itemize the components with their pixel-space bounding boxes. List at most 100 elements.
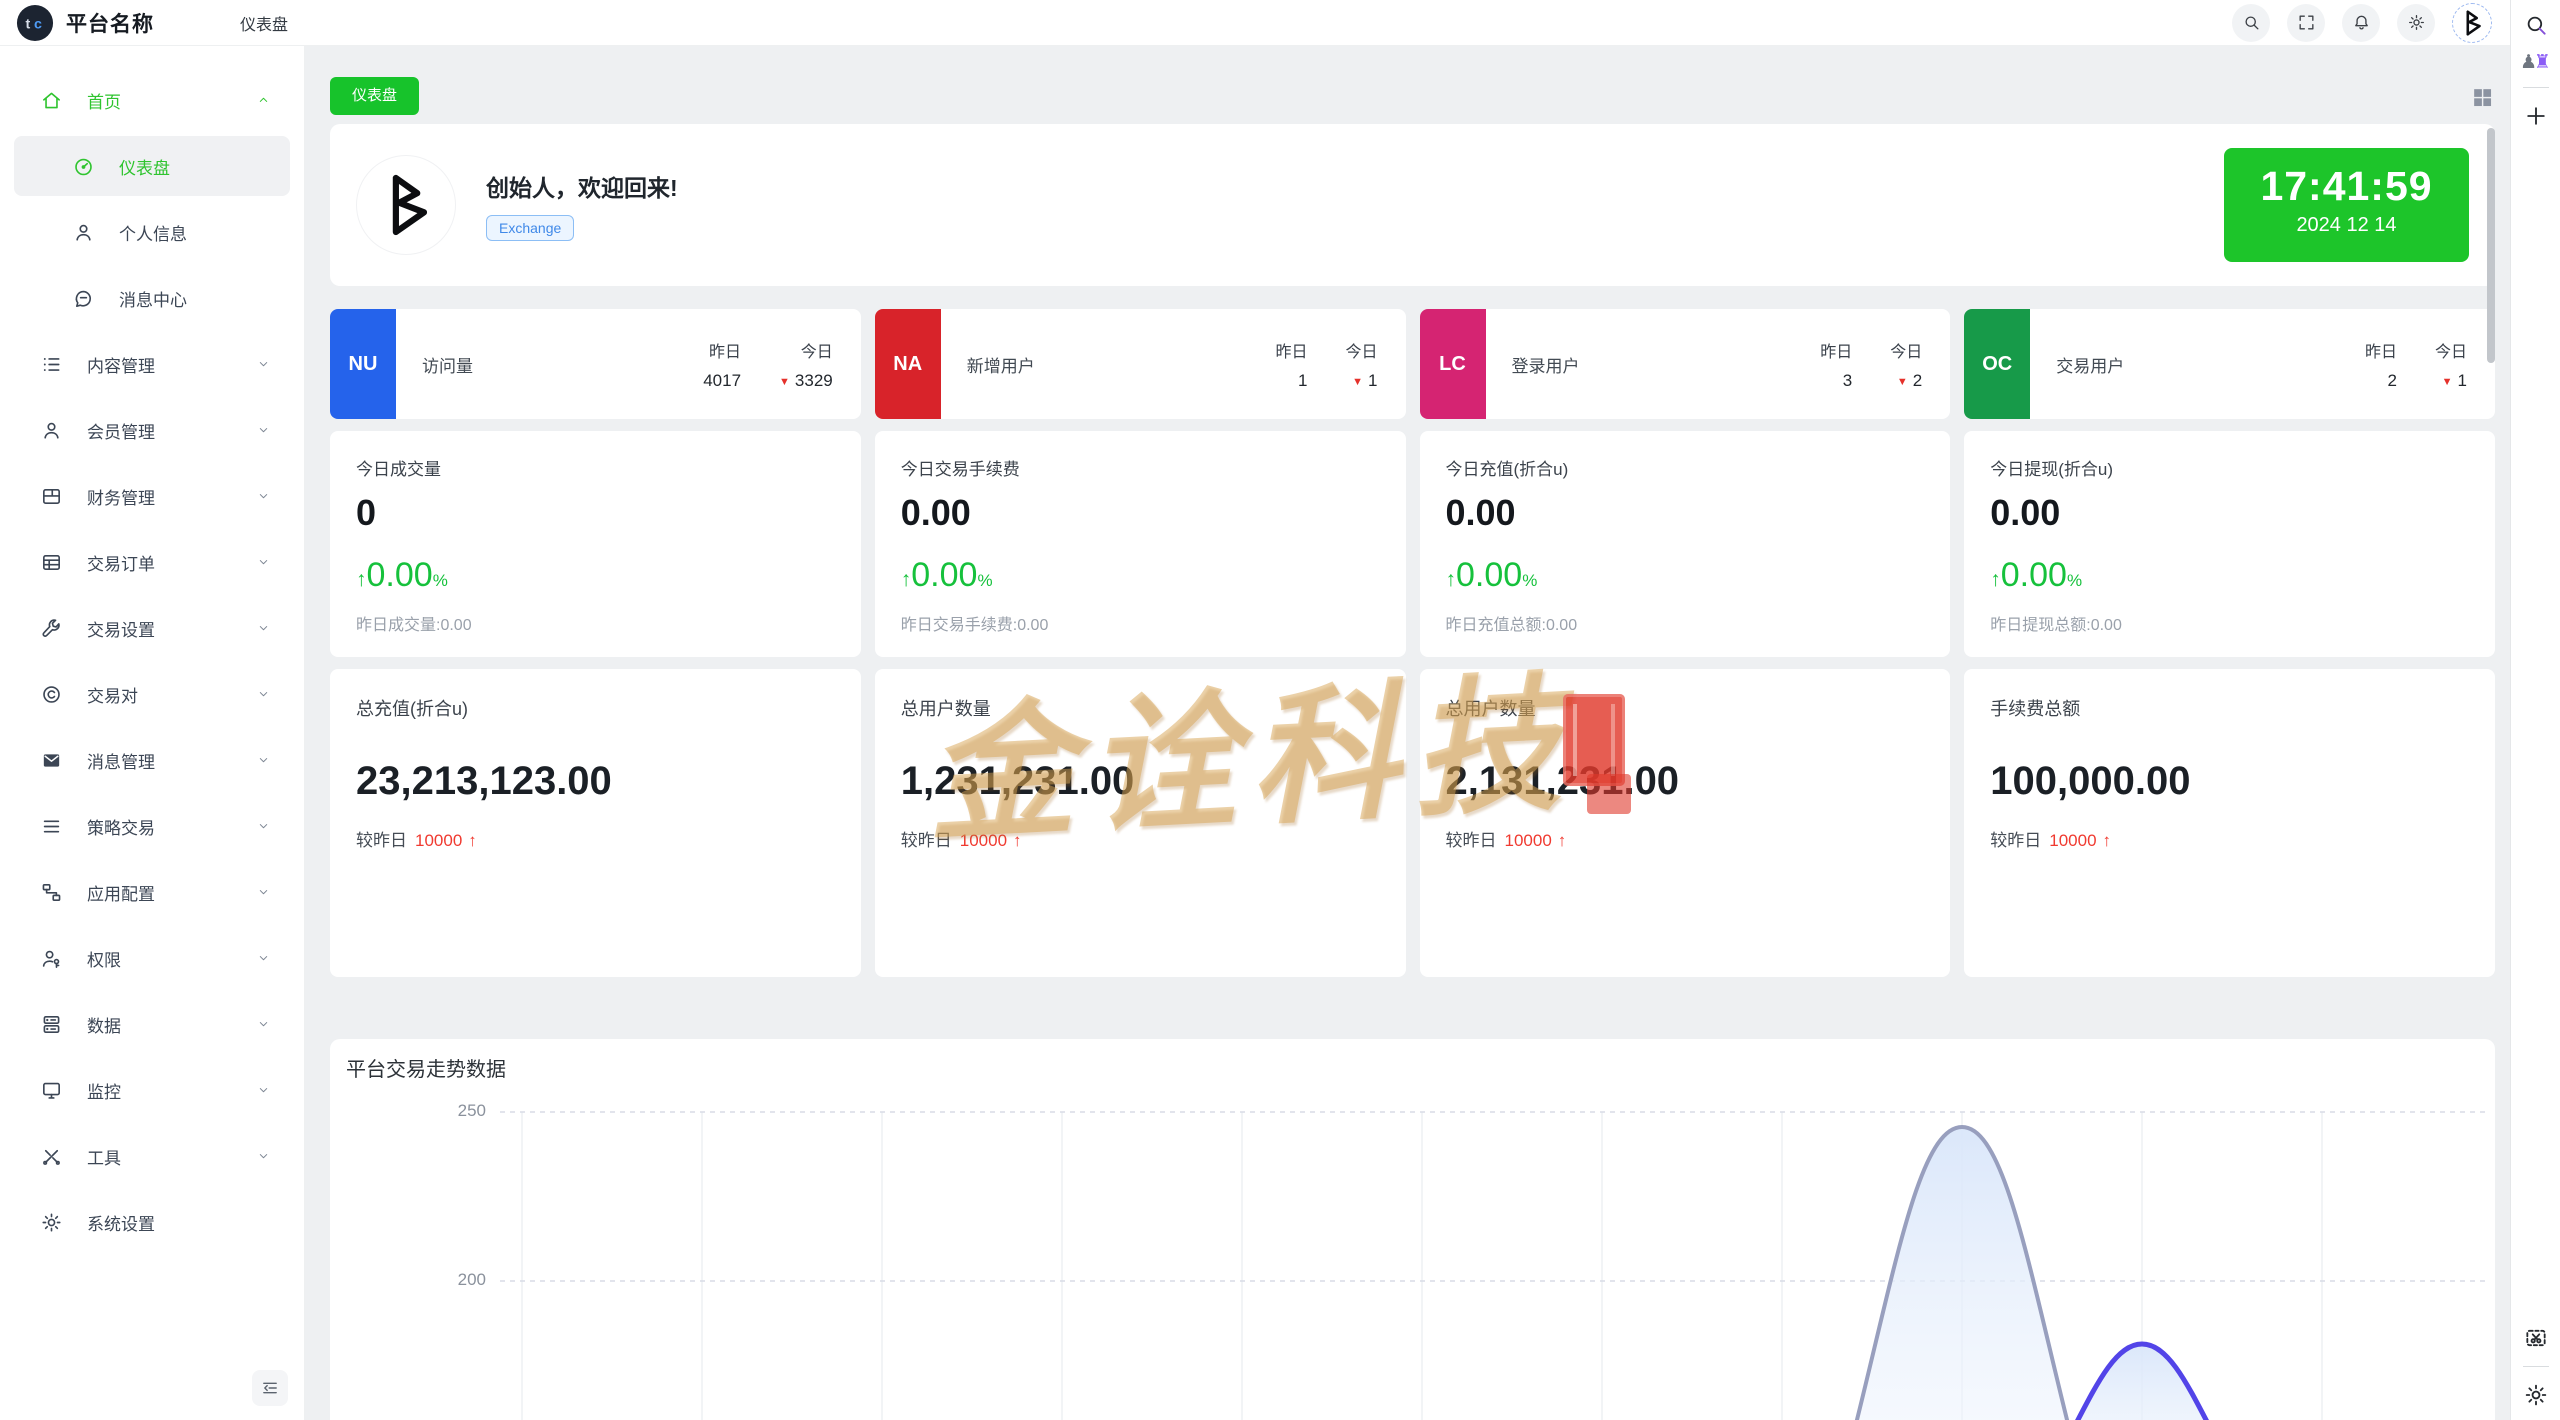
compare-delta: 10000	[2049, 831, 2096, 850]
sidebar-item-content[interactable]: 内容管理	[14, 334, 290, 394]
side-settings-button[interactable]	[2523, 1382, 2549, 1408]
yesterday-label: 昨日	[1275, 338, 1307, 362]
finance-icon	[40, 485, 63, 508]
user-avatar[interactable]	[2452, 3, 2492, 43]
card-footer: 昨日充值总额:0.00	[1446, 611, 1578, 635]
today-value: ▼2	[1890, 371, 1922, 391]
sidebar-item-settings[interactable]: 系统设置	[14, 1192, 290, 1252]
overview-card: NU访问量昨日4017今日▼3329	[330, 309, 861, 419]
home-icon	[40, 89, 63, 112]
sidebar-item-home[interactable]: 首页	[14, 70, 290, 130]
today-stat-card: 今日充值(折合u)0.00↑0.00%昨日充值总额:0.00	[1420, 431, 1951, 657]
triangle-down-icon: ▼	[779, 376, 790, 388]
compare-delta: 10000	[1505, 831, 1552, 850]
card-label: 今日充值(折合u)	[1446, 455, 1925, 480]
yesterday-column: 昨日4017	[703, 338, 741, 391]
sidebar-item-label: 内容管理	[87, 352, 155, 377]
side-search-button[interactable]	[2523, 12, 2549, 38]
arrow-up-icon: ↑	[468, 831, 477, 850]
sidebar-item-label: 权限	[87, 946, 121, 971]
monitor-icon	[40, 1079, 63, 1102]
sidebar-item-label: 会员管理	[87, 418, 155, 443]
message-icon	[72, 287, 95, 310]
sidebar-item-user[interactable]: 个人信息	[14, 202, 290, 262]
card-label: 新增用户	[967, 352, 1035, 377]
screenshot-button[interactable]	[2523, 1325, 2549, 1351]
content-icon	[40, 353, 63, 376]
compare-label: 较昨日	[901, 831, 952, 850]
sidebar-item-wrench[interactable]: 交易设置	[14, 598, 290, 658]
bell-icon	[2352, 13, 2371, 32]
card-compare: 较昨日10000↑	[1990, 826, 2469, 851]
fullscreen-button[interactable]	[2287, 4, 2325, 42]
compare-delta: 10000	[415, 831, 462, 850]
card-compare: 较昨日10000↑	[901, 826, 1380, 851]
tab-bar: 仪表盘	[330, 77, 2495, 115]
today-column: 今日▼3329	[779, 338, 833, 391]
sidebar-item-envelope[interactable]: 消息管理	[14, 730, 290, 790]
gear-icon	[2407, 13, 2426, 32]
sidebar-item-members[interactable]: 会员管理	[14, 400, 290, 460]
app-title: 平台名称	[66, 8, 154, 38]
sidebar-item-monitor[interactable]: 监控	[14, 1060, 290, 1120]
layout-grid-icon[interactable]	[2470, 85, 2495, 110]
sidebar-item-finance[interactable]: 财务管理	[14, 466, 290, 526]
sidebar-item-message[interactable]: 消息中心	[14, 268, 290, 328]
sidebar-item-copyright[interactable]: 交易对	[14, 664, 290, 724]
yesterday-column: 昨日1	[1275, 338, 1307, 391]
card-stats: 昨日4017 今日▼3329	[703, 309, 861, 419]
breadcrumb: 仪表盘	[240, 11, 288, 35]
search-button[interactable]	[2232, 4, 2270, 42]
card-value: 23,213,123.00	[356, 759, 835, 804]
sidebar-item-label: 应用配置	[87, 880, 155, 905]
chevron-down-icon	[252, 753, 275, 767]
clock-time: 17:41:59	[2224, 163, 2469, 210]
card-footer: 昨日成交量:0.00	[356, 611, 472, 635]
exchange-badge: Exchange	[486, 215, 574, 241]
main-content: 仪表盘 创始人，欢迎回来! Exchange 17:41:59 2024 12 …	[305, 46, 2510, 1420]
compare-label: 较昨日	[1446, 831, 1497, 850]
overview-card: LC登录用户昨日3今日▼2	[1420, 309, 1951, 419]
clock-widget: 17:41:59 2024 12 14	[2224, 148, 2469, 262]
tab-dashboard[interactable]: 仪表盘	[330, 77, 419, 115]
percent-unit: %	[977, 571, 992, 590]
yesterday-label: 昨日	[1820, 338, 1852, 362]
card-value: 2,131,231.00	[1446, 759, 1925, 804]
orders-icon	[40, 551, 63, 574]
chevron-down-icon	[252, 423, 275, 437]
card-code-badge: NU	[330, 309, 396, 419]
settings-button[interactable]	[2397, 4, 2435, 42]
sidebar-item-label: 消息中心	[119, 286, 187, 311]
chevron-down-icon	[252, 1017, 275, 1031]
card-value: 100,000.00	[1990, 759, 2469, 804]
chess-icon[interactable]: ♟♜	[2520, 53, 2551, 72]
card-value: 1,231,231.00	[901, 759, 1380, 804]
sidebar-item-permission[interactable]: 权限	[14, 928, 290, 988]
search-icon	[2523, 12, 2549, 38]
today-stat-card: 今日交易手续费0.00↑0.00%昨日交易手续费:0.00	[875, 431, 1406, 657]
overview-card: NA新增用户昨日1今日▼1	[875, 309, 1406, 419]
percent-value: 0.00	[2001, 556, 2067, 594]
trend-chart	[330, 1039, 2495, 1420]
triangle-down-icon: ▼	[1352, 376, 1363, 388]
card-stats: 昨日3今日▼2	[1820, 309, 1950, 419]
notifications-button[interactable]	[2342, 4, 2380, 42]
sidebar-item-orders[interactable]: 交易订单	[14, 532, 290, 592]
card-footer: 昨日交易手续费:0.00	[901, 611, 1049, 635]
add-button[interactable]	[2523, 103, 2549, 129]
today-label: 今日	[2435, 338, 2467, 362]
card-percent: ↑0.00%	[901, 556, 1380, 595]
search-icon	[2242, 13, 2261, 32]
sidebar-item-label: 交易订单	[87, 550, 155, 575]
user-icon	[72, 221, 95, 244]
divider	[2523, 87, 2549, 88]
sidebar-item-nodes[interactable]: 应用配置	[14, 862, 290, 922]
sidebar-item-dashboard[interactable]: 仪表盘	[14, 136, 290, 196]
sidebar-item-database[interactable]: 数据	[14, 994, 290, 1054]
svg-text:t: t	[26, 16, 31, 32]
chevron-down-icon	[252, 489, 275, 503]
sidebar-item-tools[interactable]: 工具	[14, 1126, 290, 1186]
scrollbar[interactable]	[2487, 128, 2495, 363]
sidebar-collapse-button[interactable]	[252, 1370, 288, 1406]
sidebar-item-strategy[interactable]: 策略交易	[14, 796, 290, 856]
